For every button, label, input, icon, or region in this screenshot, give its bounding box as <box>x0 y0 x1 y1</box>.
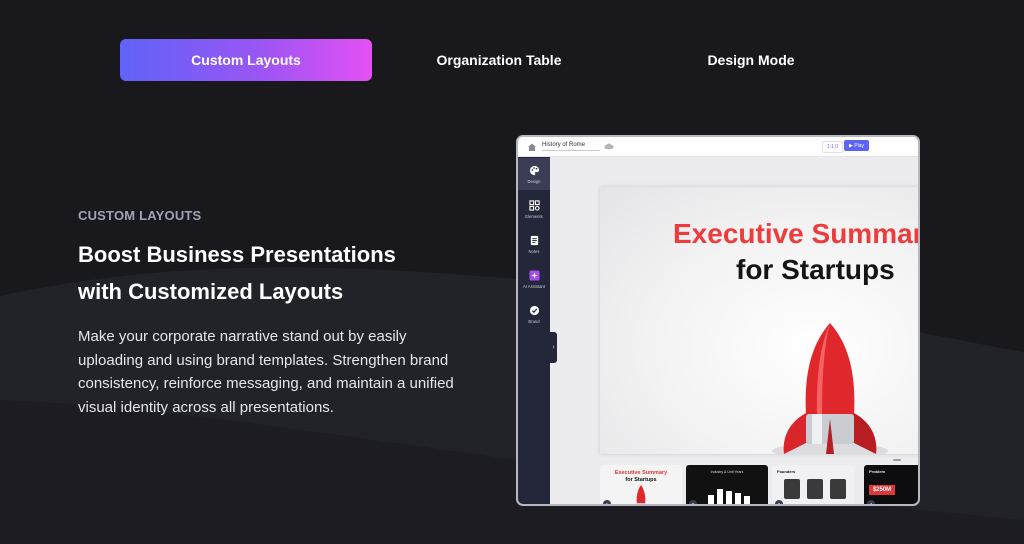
tab-custom-layouts[interactable]: Custom Layouts <box>120 39 372 81</box>
slide-number-badge: 3 <box>775 500 783 504</box>
slide-title-line-2: for Startups <box>736 254 895 285</box>
thumbnail-strip-handle[interactable] <box>893 459 901 461</box>
tab-organization-table[interactable]: Organization Table <box>372 39 626 81</box>
thumbnail-bar <box>708 495 714 504</box>
thumbnail-bar <box>717 489 723 504</box>
app-preview: History of Rome 1:1:0 ▶ Play Design Elem… <box>516 135 920 506</box>
tab-design-mode[interactable]: Design Mode <box>626 39 876 81</box>
slide-thumbnail-1[interactable]: Executive Summary for Startups 1 <box>600 465 682 504</box>
home-icon[interactable] <box>527 142 537 152</box>
chevron-right-icon: › <box>552 344 555 351</box>
thumbnail-bar <box>735 493 741 504</box>
check-badge-icon <box>529 305 539 315</box>
slide-title-line-1: Executive Summary <box>673 218 920 249</box>
app-topbar: History of Rome 1:1:0 ▶ Play <box>518 137 918 157</box>
slide-canvas-area: › Executive Summary for Startups Executi… <box>550 157 920 504</box>
feature-eyebrow: CUSTOM LAYOUTS <box>78 208 202 223</box>
slide-clip: Executive Summary for Startups <box>600 187 920 454</box>
thumbnail-bar <box>744 496 750 504</box>
founder-photo <box>807 479 823 499</box>
grid-icon <box>528 199 540 211</box>
feature-headline: Boost Business Presentations with Custom… <box>78 236 458 310</box>
sidebar-label: Notes <box>528 248 540 254</box>
title-underline <box>542 150 600 151</box>
thumbnail-title: Problem <box>869 469 886 474</box>
notes-icon <box>530 235 538 245</box>
slide-thumbnail-3[interactable]: Founders 3 <box>772 465 854 504</box>
rocket-thumbnail-icon <box>636 485 646 504</box>
feature-tabs: Custom Layouts Organization Table Design… <box>120 39 880 81</box>
thumbnail-title: Executive Summary <box>614 470 668 476</box>
cloud-icon <box>604 143 614 149</box>
app-sidebar: Design Elements Notes AI Assistant Brand <box>518 157 550 504</box>
sidebar-item-design[interactable]: Design <box>518 158 550 190</box>
sidebar-label: Design <box>527 178 541 184</box>
thumbnail-bar <box>726 491 732 504</box>
headline-line-1: Boost Business Presentations <box>78 242 396 267</box>
thumbnail-badge: $250M <box>869 485 895 495</box>
sidebar-label: AI Assistant <box>523 283 545 289</box>
collapse-sidebar-button[interactable]: › <box>550 332 557 363</box>
sparkle-icon <box>528 269 540 281</box>
play-button[interactable]: ▶ Play <box>844 140 869 151</box>
thumbnail-title: Industry & Unit Years <box>710 470 744 474</box>
slide-number-badge: 1 <box>603 500 611 504</box>
palette-icon <box>529 165 539 175</box>
founder-photo <box>830 479 846 499</box>
feature-text: CUSTOM LAYOUTS Boost Business Presentati… <box>78 208 458 419</box>
main-slide[interactable]: Executive Summary for Startups <box>600 187 920 454</box>
thumbnail-subtitle: for Startups <box>625 477 657 483</box>
doc-title[interactable]: History of Rome <box>542 142 585 148</box>
thumbnail-strip: Executive Summary for Startups 1 Industr… <box>600 457 918 504</box>
sidebar-item-ai-assistant[interactable]: AI Assistant <box>518 263 550 295</box>
slide-thumbnail-4[interactable]: Problem $250M 4 <box>864 465 918 504</box>
feature-description: Make your corporate narrative stand out … <box>78 328 454 416</box>
rocket-image <box>772 323 888 454</box>
slide-thumbnail-2[interactable]: Industry & Unit Years 2 <box>686 465 768 504</box>
thumbnail-title: Founders <box>777 469 796 474</box>
slide-number-badge: 4 <box>867 500 875 504</box>
zoom-control[interactable]: 1:1:0 <box>822 141 844 153</box>
sidebar-label: Elements <box>525 213 543 219</box>
sidebar-label: Brand <box>528 318 540 324</box>
sidebar-item-elements[interactable]: Elements <box>518 193 550 225</box>
founder-photo <box>784 479 800 499</box>
slide-number-badge: 2 <box>689 500 697 504</box>
sidebar-item-notes[interactable]: Notes <box>518 228 550 260</box>
sidebar-item-brand[interactable]: Brand <box>518 298 550 330</box>
headline-line-2: with Customized Layouts <box>78 279 344 304</box>
